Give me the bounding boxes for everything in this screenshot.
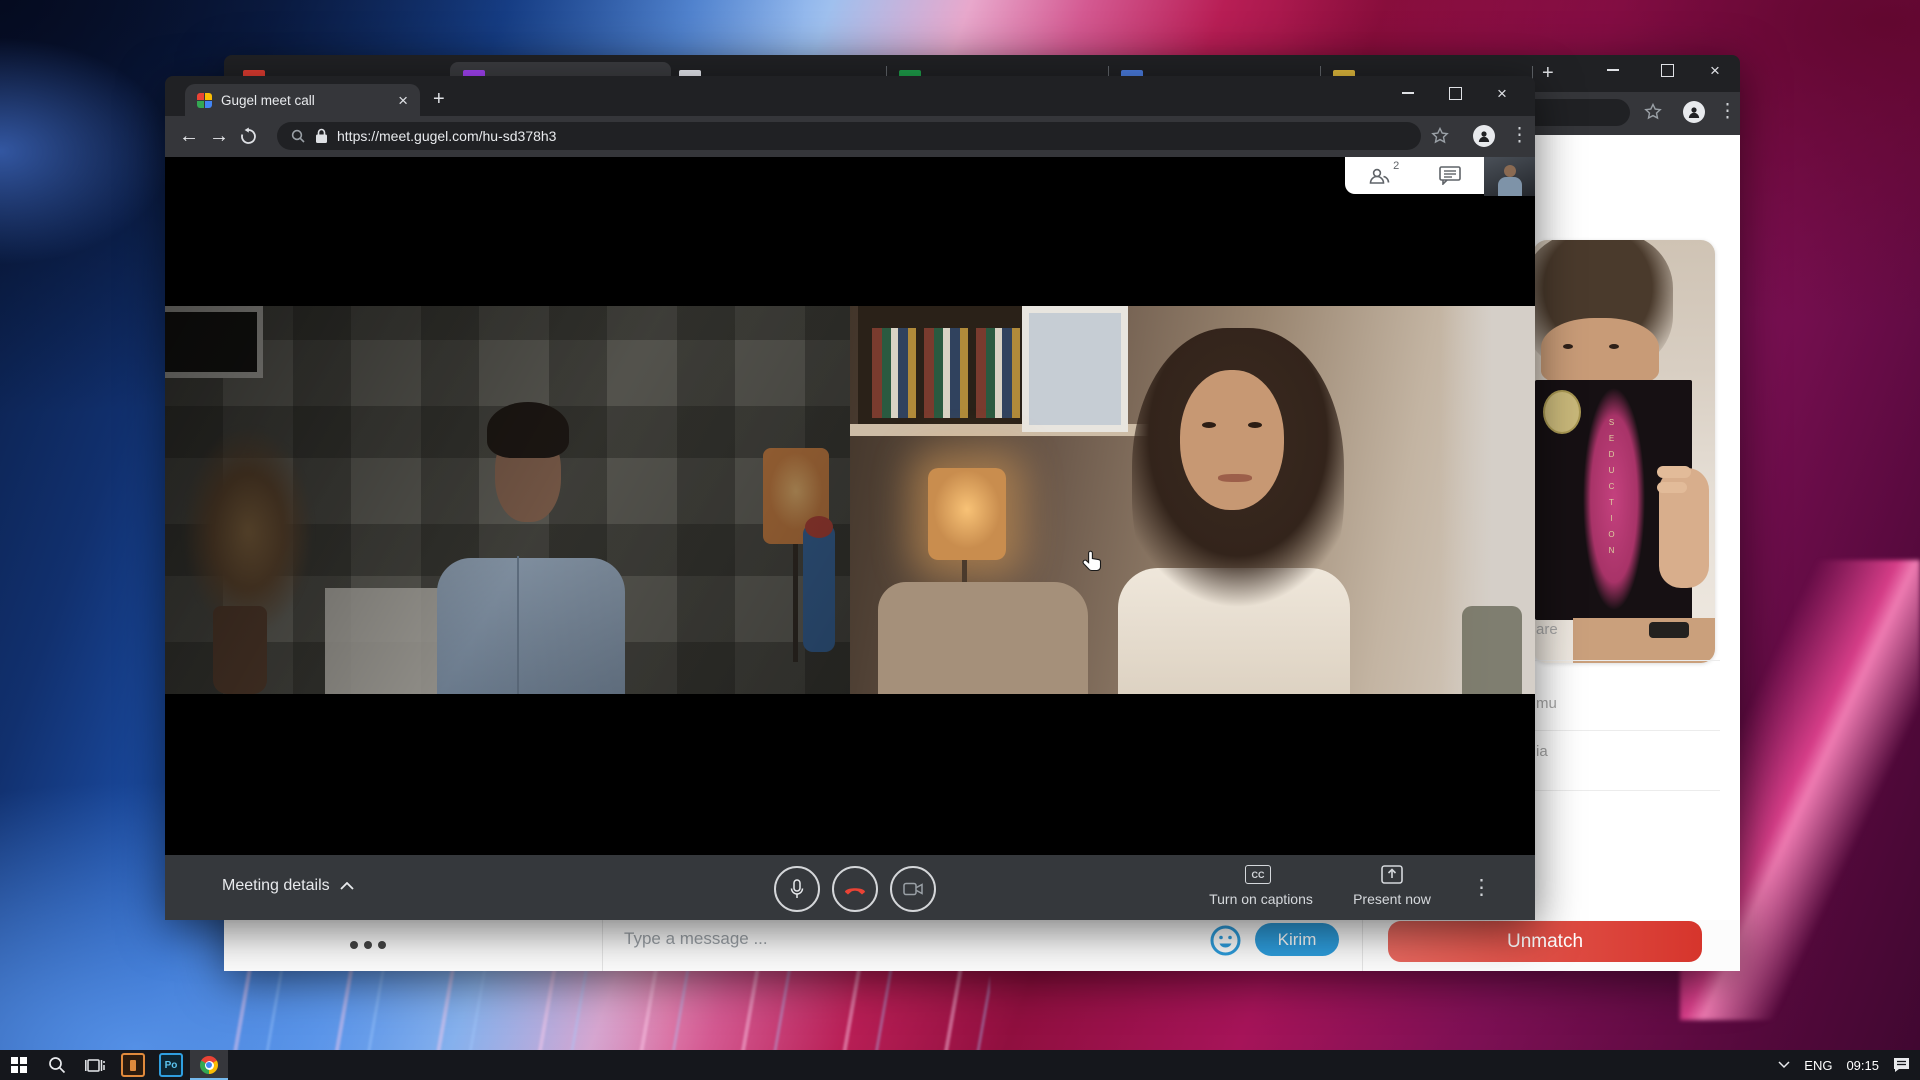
profile-photo-card[interactable]: SEDUCTION	[1533, 240, 1715, 663]
hang-up-button[interactable]	[832, 866, 878, 912]
list-item[interactable]: ia	[1536, 743, 1548, 760]
task-view-icon	[85, 1058, 105, 1072]
participants-count: 2	[1393, 159, 1400, 172]
browser-window-meet: Gugel meet call × + × ← → https://meet.g…	[165, 76, 1535, 920]
award-seal	[1543, 390, 1581, 434]
wall-art	[1022, 306, 1128, 432]
forward-icon[interactable]: →	[209, 125, 229, 148]
camera-button[interactable]	[890, 866, 936, 912]
bookmark-star-icon[interactable]	[1431, 127, 1449, 145]
search-icon	[291, 129, 305, 143]
participant-video-left[interactable]	[165, 306, 850, 694]
taskbar-search-button[interactable]	[38, 1050, 76, 1080]
send-button[interactable]: Kirim	[1255, 923, 1339, 956]
chevron-up-icon	[339, 882, 354, 890]
present-icon	[1381, 865, 1403, 884]
desktop: + × ⋮ SEDUCTION are mu ia Type a message…	[0, 0, 1920, 1080]
close-button[interactable]: ×	[1485, 80, 1519, 106]
participant-video-right[interactable]	[850, 306, 1535, 694]
language-indicator[interactable]: ENG	[1804, 1058, 1832, 1073]
browser-menu-icon[interactable]: ⋮	[1718, 102, 1737, 121]
list-item[interactable]: are	[1536, 621, 1558, 638]
maximize-button[interactable]	[1438, 80, 1472, 106]
search-icon	[49, 1057, 66, 1074]
minimize-button[interactable]	[1596, 57, 1630, 83]
lock-icon	[316, 128, 327, 143]
meet-control-bar: Meeting details CC Turn on captions Pres…	[165, 855, 1535, 920]
camera-icon	[903, 882, 923, 896]
people-icon	[1369, 168, 1390, 184]
woman-face	[1180, 370, 1284, 510]
close-button[interactable]: ×	[1698, 57, 1732, 83]
unmatch-button[interactable]: Unmatch	[1388, 921, 1702, 962]
profile-avatar-icon[interactable]	[1473, 125, 1495, 147]
chat-bar: Kirim Unmatch	[224, 920, 1740, 971]
shoulder	[1573, 618, 1715, 663]
mic-icon	[790, 879, 804, 898]
meet-video-area: 2	[165, 157, 1535, 855]
hidden-icons-chevron[interactable]	[1778, 1061, 1790, 1069]
plant	[1462, 606, 1522, 694]
new-tab-button[interactable]: +	[1542, 63, 1554, 83]
list-item[interactable]: mu	[1536, 695, 1557, 712]
address-bar[interactable]: https://meet.gugel.com/hu-sd378h3	[277, 122, 1421, 150]
app-po-button[interactable]: Po	[152, 1050, 190, 1080]
lamp	[928, 468, 1006, 560]
self-view-thumbnail[interactable]	[1484, 157, 1535, 196]
profile-avatar-icon[interactable]	[1683, 101, 1705, 123]
captions-icon: CC	[1245, 865, 1271, 884]
tab-close-icon[interactable]: ×	[398, 92, 408, 109]
maximize-button[interactable]	[1650, 57, 1684, 83]
chrome-icon	[200, 1056, 218, 1074]
face	[1541, 318, 1659, 384]
mouse-cursor-hand	[1082, 550, 1102, 572]
url-text[interactable]: https://meet.gugel.com/hu-sd378h3	[337, 128, 556, 144]
message-input[interactable]	[622, 928, 1056, 950]
meet-toolbar: ← → https://meet.gugel.com/hu-sd378h3 ⋮	[165, 116, 1535, 157]
tab-title: Gugel meet call	[221, 92, 315, 108]
sofa	[878, 582, 1088, 694]
meeting-details-button[interactable]: Meeting details	[222, 877, 354, 895]
meet-side-panel: 2	[1345, 157, 1484, 194]
tab-gugel-meet[interactable]: Gugel meet call ×	[185, 84, 420, 116]
app-orange-button[interactable]	[114, 1050, 152, 1080]
hang-up-icon	[845, 888, 865, 895]
meet-tab-strip: Gugel meet call × + ×	[165, 76, 1535, 116]
windows-logo-icon	[11, 1057, 27, 1073]
bookmark-star-icon[interactable]	[1644, 103, 1662, 121]
app-po-icon: Po	[159, 1053, 183, 1077]
wristwatch	[1649, 622, 1689, 638]
browser-menu-icon[interactable]: ⋮	[1510, 126, 1529, 145]
back-icon[interactable]: ←	[179, 125, 199, 148]
chrome-taskbar-button[interactable]	[190, 1050, 228, 1080]
reload-icon[interactable]	[239, 127, 258, 146]
book-title: SEDUCTION	[1607, 418, 1616, 562]
meet-favicon	[197, 92, 212, 108]
participants-button[interactable]: 2	[1368, 160, 1399, 185]
app-orange-icon	[121, 1053, 145, 1077]
typing-indicator	[350, 936, 392, 954]
more-options-icon[interactable]: ⋮	[1471, 877, 1492, 898]
start-button[interactable]	[0, 1050, 38, 1080]
notification-icon[interactable]	[1893, 1057, 1910, 1073]
mic-button[interactable]	[774, 866, 820, 912]
emoji-icon[interactable]	[1210, 925, 1241, 956]
chat-icon[interactable]	[1438, 166, 1461, 185]
system-tray: ENG 09:15	[1778, 1057, 1920, 1073]
minimize-button[interactable]	[1391, 80, 1425, 106]
new-tab-button[interactable]: +	[433, 89, 445, 109]
taskbar: Po ENG 09:15	[0, 1050, 1920, 1080]
task-view-button[interactable]	[76, 1050, 114, 1080]
clock[interactable]: 09:15	[1846, 1058, 1879, 1073]
